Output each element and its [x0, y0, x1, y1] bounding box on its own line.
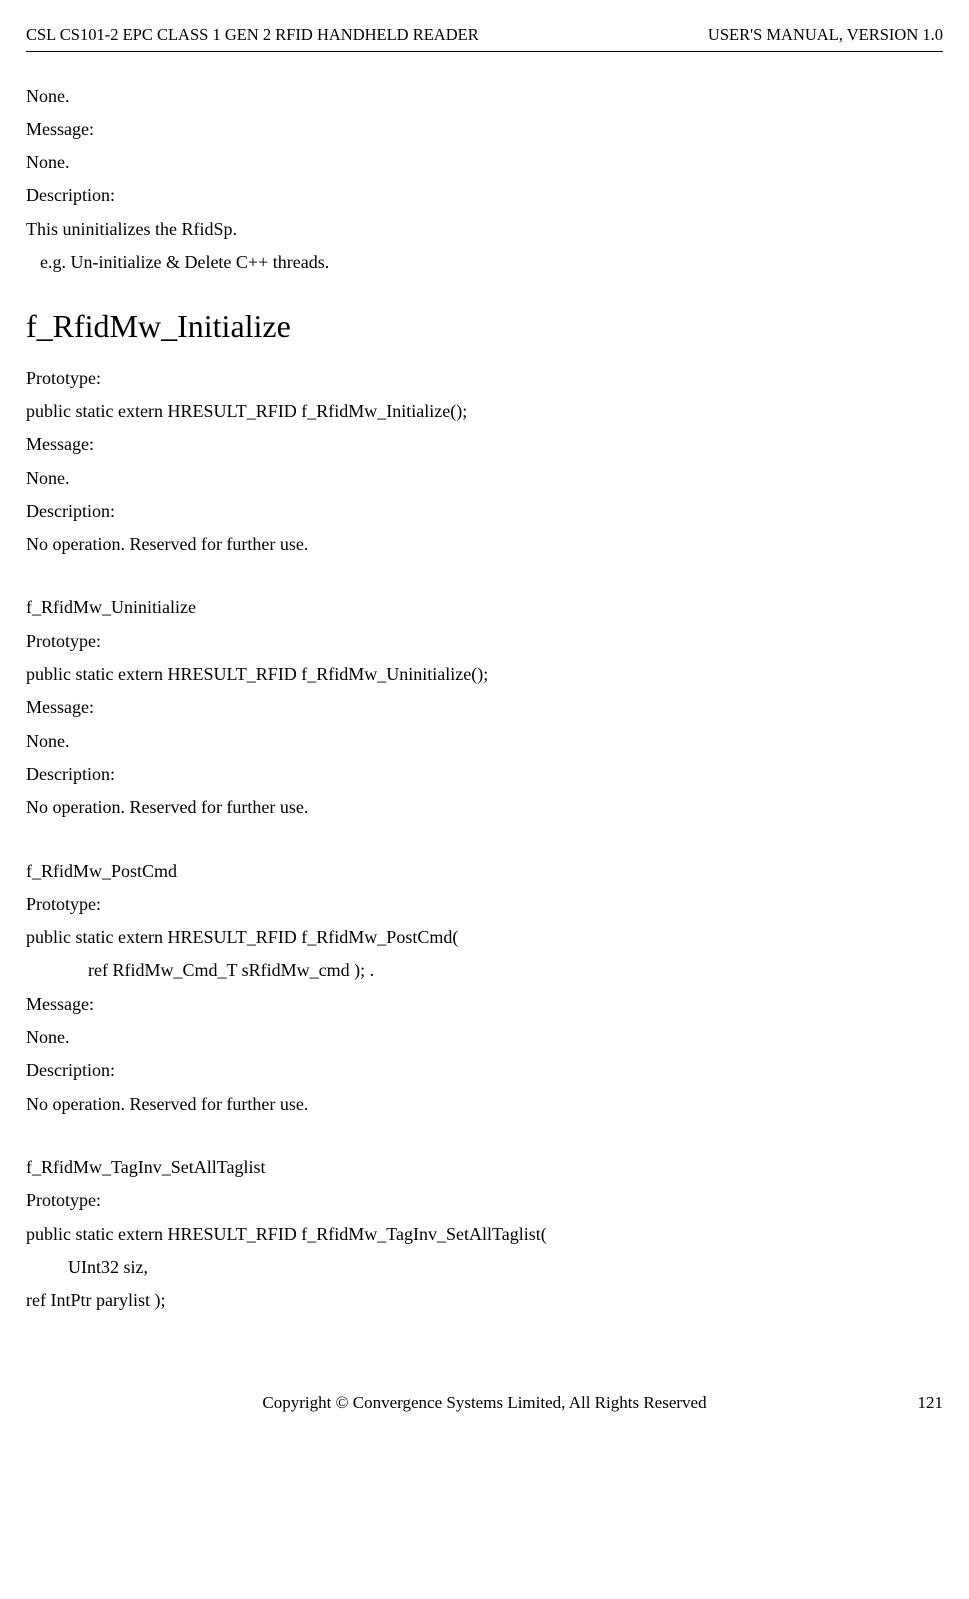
text-line: f_RfidMw_PostCmd: [26, 855, 943, 888]
text-line: None.: [26, 462, 943, 495]
text-line: Prototype:: [26, 625, 943, 658]
text-line: ref RfidMw_Cmd_T sRfidMw_cmd ); .: [26, 954, 943, 987]
section-4: f_RfidMw_PostCmd Prototype: public stati…: [26, 855, 943, 1121]
text-line: Prototype:: [26, 362, 943, 395]
section-1: None. Message: None. Description: This u…: [26, 80, 943, 280]
text-line: None.: [26, 80, 943, 113]
text-line: None.: [26, 725, 943, 758]
text-line: Message:: [26, 691, 943, 724]
text-line: Message:: [26, 428, 943, 461]
text-line: Description:: [26, 1054, 943, 1087]
text-line: None.: [26, 146, 943, 179]
function-heading: f_RfidMw_Initialize: [26, 307, 943, 345]
text-line: None.: [26, 1021, 943, 1054]
text-line: public static extern HRESULT_RFID f_Rfid…: [26, 1218, 943, 1251]
page-header: CSL CS101-2 EPC CLASS 1 GEN 2 RFID HANDH…: [26, 20, 943, 52]
text-line: e.g. Un-initialize & Delete C++ threads.: [26, 246, 943, 279]
text-line: Message:: [26, 988, 943, 1021]
text-line: f_RfidMw_Uninitialize: [26, 591, 943, 624]
header-left: CSL CS101-2 EPC CLASS 1 GEN 2 RFID HANDH…: [26, 20, 479, 51]
text-line: Description:: [26, 758, 943, 791]
text-line: public static extern HRESULT_RFID f_Rfid…: [26, 395, 943, 428]
text-line: Description:: [26, 179, 943, 212]
text-line: UInt32 siz,: [26, 1251, 943, 1284]
text-line: Message:: [26, 113, 943, 146]
text-line: Description:: [26, 495, 943, 528]
text-line: ref IntPtr parylist );: [26, 1284, 943, 1317]
text-line: No operation. Reserved for further use.: [26, 791, 943, 824]
text-line: public static extern HRESULT_RFID f_Rfid…: [26, 921, 943, 954]
section-3: f_RfidMw_Uninitialize Prototype: public …: [26, 591, 943, 824]
text-line: No operation. Reserved for further use.: [26, 1088, 943, 1121]
text-line: public static extern HRESULT_RFID f_Rfid…: [26, 658, 943, 691]
text-line: Prototype:: [26, 1184, 943, 1217]
text-line: f_RfidMw_TagInv_SetAllTaglist: [26, 1151, 943, 1184]
text-line: This uninitializes the RfidSp.: [26, 213, 943, 246]
page-footer: Copyright © Convergence Systems Limited,…: [26, 1387, 943, 1418]
header-right: USER'S MANUAL, VERSION 1.0: [708, 20, 943, 51]
section-2: Prototype: public static extern HRESULT_…: [26, 362, 943, 562]
section-5: f_RfidMw_TagInv_SetAllTaglist Prototype:…: [26, 1151, 943, 1317]
page-number: 121: [918, 1387, 944, 1418]
copyright-text: Copyright © Convergence Systems Limited,…: [262, 1393, 706, 1412]
text-line: Prototype:: [26, 888, 943, 921]
text-line: No operation. Reserved for further use.: [26, 528, 943, 561]
